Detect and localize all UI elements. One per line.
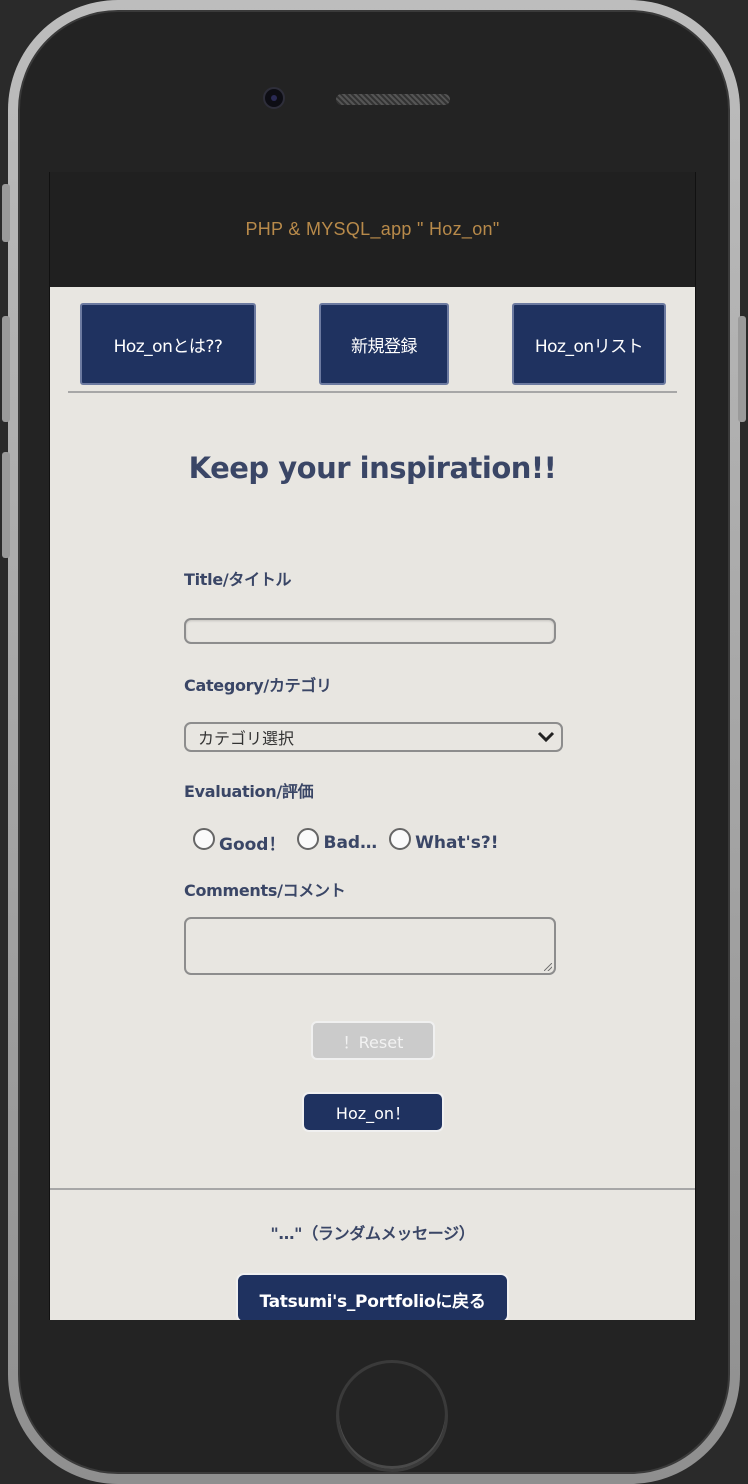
app-screen: PHP & MYSQL_app " Hoz_on" Hoz_onとは?? 新規登… <box>49 172 696 1320</box>
radio-whats-label: What's?! <box>415 832 499 853</box>
power-button <box>738 316 746 422</box>
nav-divider <box>68 391 677 393</box>
evaluation-label: Evaluation/評価 <box>184 782 314 801</box>
speaker-grille <box>336 94 450 105</box>
nav-bar: Hoz_onとは?? 新規登録 Hoz_onリスト <box>50 287 695 393</box>
comments-textarea[interactable] <box>184 917 556 975</box>
random-message: "…"（ランダムメッセージ） <box>270 1224 475 1243</box>
resize-handle-icon[interactable] <box>544 963 552 971</box>
nav-list-button[interactable]: Hoz_onリスト <box>512 303 666 385</box>
radio-good[interactable] <box>193 827 215 850</box>
footer-divider <box>50 1188 695 1190</box>
evaluation-radio-group: Good！ Bad… What's?! <box>193 826 604 855</box>
volume-up-button <box>2 316 10 422</box>
radio-bad[interactable] <box>297 827 320 850</box>
page-heading: Keep your inspiration!! <box>188 451 557 485</box>
chevron-down-icon <box>537 731 555 743</box>
volume-down-button <box>2 452 10 558</box>
category-label: Category/カテゴリ <box>184 676 332 695</box>
reset-button[interactable]: ！Reset <box>311 1021 435 1060</box>
radio-good-label: Good！ <box>219 835 286 855</box>
title-input[interactable] <box>184 618 556 644</box>
camera-icon <box>263 87 285 109</box>
title-label: Title/タイトル <box>184 570 292 589</box>
hozon-form: Title/タイトル Category/カテゴリ カテゴリ選択 Evaluati… <box>184 566 604 975</box>
category-selected-value: カテゴリ選択 <box>198 729 295 748</box>
category-select[interactable]: カテゴリ選択 <box>184 722 563 752</box>
nav-about-button[interactable]: Hoz_onとは?? <box>80 303 256 385</box>
submit-button[interactable]: Hoz_on！ <box>302 1092 444 1132</box>
portfolio-link-button[interactable]: Tatsumi's_Portfolioに戻る <box>236 1273 509 1320</box>
radio-bad-label: Bad… <box>323 832 378 853</box>
nav-register-button[interactable]: 新規登録 <box>319 303 449 385</box>
home-button[interactable] <box>336 1360 448 1472</box>
app-header: PHP & MYSQL_app " Hoz_on" <box>50 172 695 287</box>
mute-switch <box>2 184 10 242</box>
comments-label: Comments/コメント <box>184 881 346 900</box>
app-title: PHP & MYSQL_app " Hoz_on" <box>245 219 500 239</box>
radio-whats[interactable] <box>389 827 412 850</box>
